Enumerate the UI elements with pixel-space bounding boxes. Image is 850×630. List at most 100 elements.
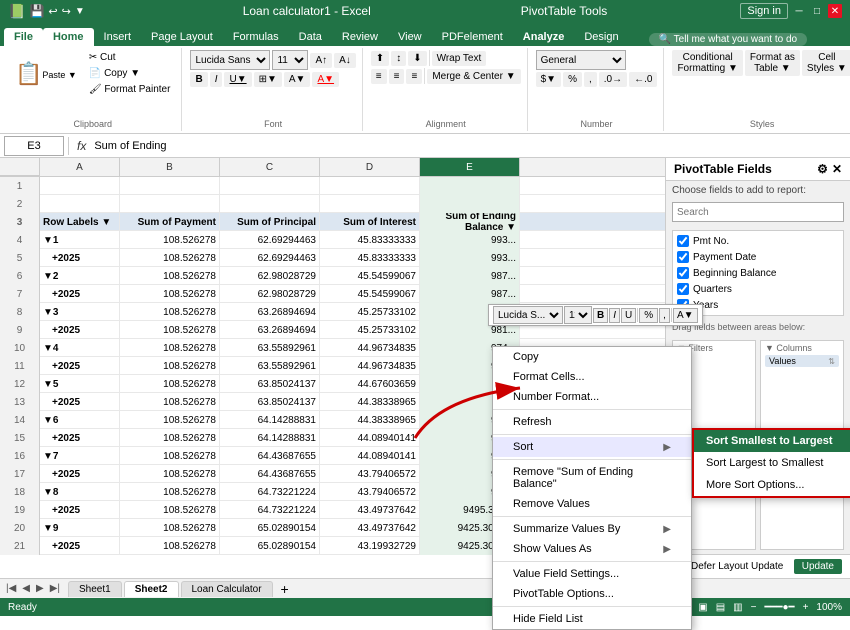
view-page-break-btn[interactable]: ▥	[733, 602, 742, 613]
quick-access-save[interactable]: 💾	[29, 4, 44, 18]
sheet-tab-sheet1[interactable]: Sheet1	[68, 581, 122, 597]
ctx-summarize-by[interactable]: Summarize Values By ▶	[493, 519, 691, 539]
zoom-in-btn[interactable]: +	[803, 602, 809, 613]
ctx-show-values-as[interactable]: Show Values As ▶	[493, 539, 691, 559]
formula-input[interactable]	[94, 136, 846, 156]
add-sheet-btn[interactable]: +	[275, 580, 295, 598]
pivot-close-btn[interactable]: ✕	[832, 162, 842, 176]
sheet-tab-sheet2[interactable]: Sheet2	[124, 581, 179, 597]
format-painter-button[interactable]: 🖌 Format Painter	[84, 82, 176, 97]
zoom-out-btn[interactable]: −	[751, 602, 757, 613]
percent-btn[interactable]: %	[563, 72, 582, 87]
currency-btn[interactable]: $▼	[536, 72, 561, 87]
italic-button[interactable]: I	[210, 72, 223, 87]
col-header-e[interactable]: E	[420, 158, 520, 176]
align-center-btn[interactable]: ≡	[389, 69, 405, 84]
ft-percent-btn[interactable]: %	[639, 308, 658, 323]
pivot-field-quarters[interactable]: Quarters	[675, 281, 841, 297]
ft-underline-btn[interactable]: U	[621, 308, 636, 323]
ctx-value-field-settings[interactable]: Value Field Settings...	[493, 564, 691, 584]
tab-nav-first[interactable]: |◀	[4, 583, 18, 594]
cell-styles-btn[interactable]: CellStyles ▼	[802, 50, 850, 76]
pivot-field-pmtno-checkbox[interactable]	[677, 235, 689, 247]
decrease-decimal-btn[interactable]: ←.0	[629, 72, 657, 87]
name-box[interactable]	[4, 136, 64, 156]
pivot-field-beginningbalance-checkbox[interactable]	[677, 267, 689, 279]
conditional-format-btn[interactable]: ConditionalFormatting ▼	[672, 50, 742, 76]
decrease-font-btn[interactable]: A↓	[334, 53, 356, 68]
align-middle-btn[interactable]: ↕	[391, 51, 406, 66]
ctx-refresh[interactable]: Refresh	[493, 412, 691, 432]
merge-center-btn[interactable]: Merge & Center ▼	[427, 69, 520, 84]
fill-color-button[interactable]: A▼	[284, 72, 311, 87]
ft-italic-btn[interactable]: I	[609, 308, 620, 323]
tab-analyze[interactable]: Analyze	[513, 28, 575, 46]
ft-font-select[interactable]: Lucida S...	[493, 306, 563, 324]
underline-button[interactable]: U▼	[224, 72, 251, 87]
ctx-hide-field-list[interactable]: Hide Field List	[493, 609, 691, 629]
ft-size-select[interactable]: 11	[564, 306, 592, 324]
quick-access-redo[interactable]: ↪	[62, 5, 71, 18]
pivot-field-pmtno[interactable]: Pmt No.	[675, 233, 841, 249]
quick-access-undo[interactable]: ↩	[48, 5, 57, 18]
tab-formulas[interactable]: Formulas	[223, 28, 289, 46]
col-header-a[interactable]: A	[40, 158, 120, 176]
tab-nav-next[interactable]: ▶	[34, 583, 46, 594]
font-color-button[interactable]: A▼	[312, 72, 339, 87]
update-button[interactable]: Update	[794, 559, 842, 574]
ft-comma-btn[interactable]: ,	[659, 308, 670, 323]
quick-access-customize[interactable]: ▼	[75, 6, 85, 17]
paste-button[interactable]: 📋 Paste ▼	[10, 58, 82, 90]
tell-me-input[interactable]: 🔍 Tell me what you want to do	[649, 33, 807, 46]
align-top-btn[interactable]: ⬆	[371, 51, 389, 66]
tab-file[interactable]: File	[4, 28, 43, 46]
tab-design[interactable]: Design	[574, 28, 628, 46]
minimize-btn[interactable]: ─	[792, 4, 806, 18]
tab-home[interactable]: Home	[43, 28, 94, 46]
ctx-sort[interactable]: Sort ▶	[493, 437, 691, 457]
sign-in-btn[interactable]: Sign in	[740, 3, 788, 19]
ctx-pivottable-options[interactable]: PivotTable Options...	[493, 584, 691, 604]
pivot-field-beginningbalance[interactable]: Beginning Balance	[675, 265, 841, 281]
col-header-c[interactable]: C	[220, 158, 320, 176]
align-bottom-btn[interactable]: ⬇	[408, 51, 426, 66]
sheet-tab-loan-calculator[interactable]: Loan Calculator	[181, 581, 273, 597]
ctx-more-sort-options[interactable]: More Sort Options...	[694, 474, 850, 496]
tab-view[interactable]: View	[388, 28, 432, 46]
ctx-copy[interactable]: Copy	[493, 347, 691, 367]
font-name-select[interactable]: Lucida Sans	[190, 50, 270, 70]
tab-review[interactable]: Review	[332, 28, 388, 46]
pivot-column-values[interactable]: Values ⇅	[765, 355, 839, 367]
align-right-btn[interactable]: ≡	[406, 69, 422, 84]
cut-button[interactable]: ✂ Cut	[84, 50, 176, 65]
ctx-sort-largest[interactable]: Sort Largest to Smallest	[694, 452, 850, 474]
wrap-text-btn[interactable]: Wrap Text	[432, 51, 487, 66]
tab-data[interactable]: Data	[289, 28, 332, 46]
maximize-btn[interactable]: □	[810, 4, 824, 18]
ctx-format-cells[interactable]: Format Cells...	[493, 367, 691, 387]
pivot-field-quarters-checkbox[interactable]	[677, 283, 689, 295]
border-button[interactable]: ⊞▼	[254, 72, 282, 87]
col-header-d[interactable]: D	[320, 158, 420, 176]
ctx-remove-field[interactable]: Remove "Sum of Ending Balance"	[493, 462, 691, 494]
font-size-select[interactable]: 11	[272, 50, 308, 70]
increase-font-btn[interactable]: A↑	[310, 53, 332, 68]
pivot-field-paymentdate-checkbox[interactable]	[677, 251, 689, 263]
align-left-btn[interactable]: ≡	[371, 69, 387, 84]
pivot-settings-btn[interactable]: ⚙	[817, 162, 828, 176]
tab-pdfelement[interactable]: PDFelement	[432, 28, 513, 46]
ft-fill-btn[interactable]: A▼	[673, 308, 698, 323]
view-normal-btn[interactable]: ▣	[698, 602, 707, 613]
increase-decimal-btn[interactable]: .0→	[599, 72, 627, 87]
format-as-table-btn[interactable]: Format asTable ▼	[745, 50, 800, 76]
comma-btn[interactable]: ,	[584, 72, 597, 87]
bold-button[interactable]: B	[190, 72, 207, 87]
col-header-b[interactable]: B	[120, 158, 220, 176]
number-format-select[interactable]: General	[536, 50, 626, 70]
ctx-sort-smallest[interactable]: Sort Smallest to Largest	[694, 430, 850, 452]
tab-page-layout[interactable]: Page Layout	[141, 28, 223, 46]
pivot-field-paymentdate[interactable]: Payment Date	[675, 249, 841, 265]
pivot-search-input[interactable]	[672, 202, 844, 222]
zoom-slider[interactable]: ━━━●━	[764, 602, 794, 613]
close-btn[interactable]: ✕	[828, 4, 842, 18]
